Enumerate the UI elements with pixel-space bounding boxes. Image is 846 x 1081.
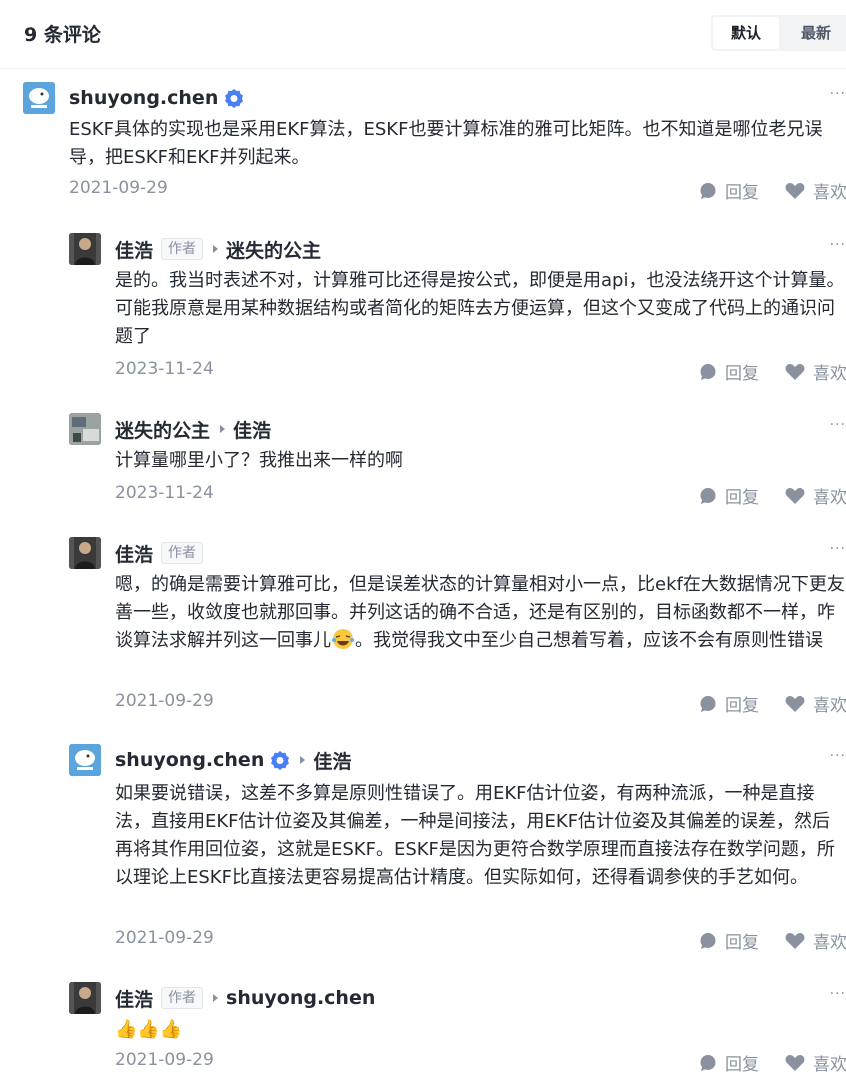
comment-content: 嗯，的确是需要计算雅可比，但是误差状态的计算量相对小一点，比ekf在大数据情况下… [115, 571, 846, 655]
author-badge: 作者 [161, 987, 204, 1009]
comment-meta: 佳浩 作者 迷失的公主 [115, 233, 321, 265]
like-label: 喜欢 [813, 364, 846, 384]
verified-icon [271, 751, 290, 770]
comment-item: shuyong.chen ··· ESKF具体的实现也是采用EKF算法，ESKF… [23, 82, 846, 212]
reply-button[interactable]: 回复 [699, 359, 759, 384]
avatar[interactable] [23, 82, 55, 114]
reply-label: 回复 [725, 364, 759, 384]
reply-arrow-icon [220, 425, 226, 433]
avatar[interactable] [69, 537, 101, 569]
like-button[interactable]: 喜欢 [785, 178, 846, 203]
sort-default-button[interactable]: 默认 [713, 17, 779, 49]
comment-text-tail: 。我觉得我文中至少自己想着写着，应该不会有原则性错误 [355, 630, 823, 651]
username[interactable]: 佳浩 [115, 540, 153, 567]
reply-target-name[interactable]: shuyong.chen [226, 987, 375, 1009]
like-button[interactable]: 喜欢 [785, 1050, 846, 1075]
reply-label: 回复 [725, 183, 759, 203]
verified-icon [225, 89, 244, 108]
reply-icon [700, 1054, 716, 1071]
avatar[interactable] [69, 233, 101, 265]
more-icon[interactable]: ··· [830, 986, 846, 1002]
like-label: 喜欢 [813, 696, 846, 716]
reply-arrow-icon [213, 994, 219, 1002]
author-badge: 作者 [161, 542, 204, 564]
reply-label: 回复 [725, 696, 759, 716]
more-icon[interactable]: ··· [830, 417, 846, 433]
reply-button[interactable]: 回复 [699, 178, 759, 203]
reply-icon [700, 363, 716, 380]
username[interactable]: 迷失的公主 [115, 416, 210, 443]
reply-item: 佳浩 作者 ··· 嗯，的确是需要计算雅可比，但是误差状态的计算量相对小一点，比… [69, 537, 846, 727]
like-icon [785, 182, 805, 199]
comment-meta: shuyong.chen [69, 82, 244, 114]
more-icon[interactable]: ··· [830, 748, 846, 764]
more-icon[interactable]: ··· [830, 86, 846, 102]
comment-date: 2023-11-24 [115, 483, 214, 503]
reply-arrow-icon [300, 756, 306, 764]
reply-button[interactable]: 回复 [699, 1050, 759, 1075]
comment-date: 2021-09-29 [115, 1050, 214, 1070]
like-label: 喜欢 [813, 933, 846, 953]
like-button[interactable]: 喜欢 [785, 359, 846, 384]
comment-date: 2021-09-29 [69, 178, 168, 198]
avatar[interactable] [69, 982, 101, 1014]
reply-item: 佳浩 作者 shuyong.chen ··· 👍👍👍 2021-09-29 回复… [69, 982, 846, 1081]
comment-content: 如果要说错误，这差不多算是原则性错误了。用EKF估计位姿，有两种流派，一种是直接… [115, 783, 835, 888]
avatar[interactable] [69, 744, 101, 776]
comment-meta: shuyong.chen 佳浩 [115, 744, 351, 776]
comment-content: 是的。我当时表述不对，计算雅可比还得是按公式，即便是用api，也没法绕开这个计算… [115, 270, 845, 347]
comments-header: 9 条评论 默认 最新 [0, 0, 846, 69]
reply-icon [700, 932, 716, 949]
reply-item: 佳浩 作者 迷失的公主 ··· 是的。我当时表述不对，计算雅可比还得是按公式，即… [69, 233, 846, 393]
reply-arrow-icon [213, 245, 219, 253]
username[interactable]: shuyong.chen [115, 749, 264, 771]
comment-meta: 佳浩 作者 [115, 537, 204, 569]
reply-icon [700, 695, 716, 712]
sort-toggle: 默认 最新 [711, 15, 846, 51]
username[interactable]: 佳浩 [115, 985, 153, 1012]
comment-date: 2023-11-24 [115, 359, 214, 379]
reply-icon [700, 182, 716, 199]
username[interactable]: 佳浩 [115, 236, 153, 263]
reply-target-name[interactable]: 佳浩 [233, 416, 271, 443]
more-icon[interactable]: ··· [830, 237, 846, 253]
laugh-emoji-icon [332, 629, 354, 649]
like-button[interactable]: 喜欢 [785, 691, 846, 716]
reply-label: 回复 [725, 933, 759, 953]
like-icon [785, 695, 805, 712]
comment-content: ESKF具体的实现也是采用EKF算法，ESKF也要计算标准的雅可比矩阵。也不知道… [69, 119, 823, 168]
reply-label: 回复 [725, 488, 759, 508]
avatar[interactable] [69, 413, 101, 445]
comment-date: 2021-09-29 [115, 928, 214, 948]
like-button[interactable]: 喜欢 [785, 928, 846, 953]
reply-icon [700, 487, 716, 504]
comment-count-title: 9 条评论 [24, 24, 101, 46]
like-button[interactable]: 喜欢 [785, 483, 846, 508]
comment-content: 计算量哪里小了？我推出来一样的啊 [115, 450, 403, 471]
comment-meta: 佳浩 作者 shuyong.chen [115, 982, 375, 1014]
reply-button[interactable]: 回复 [699, 483, 759, 508]
like-icon [785, 932, 805, 949]
reply-item: shuyong.chen 佳浩 ··· 如果要说错误，这差不多算是原则性错误了。… [69, 744, 846, 964]
reply-label: 回复 [725, 1055, 759, 1075]
username[interactable]: shuyong.chen [69, 87, 218, 109]
reply-target-name[interactable]: 迷失的公主 [226, 236, 321, 263]
more-icon[interactable]: ··· [830, 541, 846, 557]
reply-target-name[interactable]: 佳浩 [313, 747, 351, 774]
comment-meta: 迷失的公主 佳浩 [115, 413, 271, 445]
like-icon [785, 487, 805, 504]
like-label: 喜欢 [813, 488, 846, 508]
comment-content: 👍👍👍 [115, 1019, 183, 1040]
like-label: 喜欢 [813, 183, 846, 203]
author-badge: 作者 [161, 238, 204, 260]
like-icon [785, 1054, 805, 1071]
reply-button[interactable]: 回复 [699, 928, 759, 953]
sort-latest-button[interactable]: 最新 [783, 17, 846, 49]
comment-date: 2021-09-29 [115, 691, 214, 711]
like-icon [785, 363, 805, 380]
reply-item: 迷失的公主 佳浩 ··· 计算量哪里小了？我推出来一样的啊 2023-11-24… [69, 413, 846, 513]
reply-button[interactable]: 回复 [699, 691, 759, 716]
like-label: 喜欢 [813, 1055, 846, 1075]
